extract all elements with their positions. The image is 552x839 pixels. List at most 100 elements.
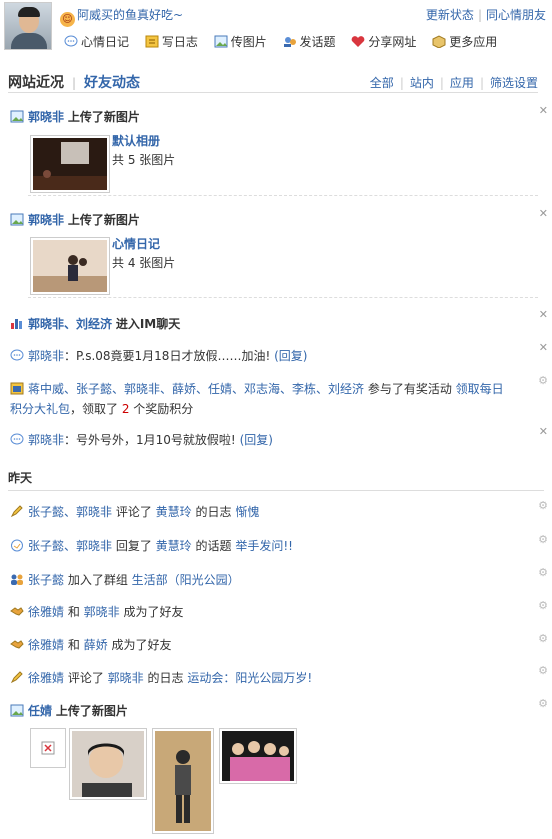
album-title-link[interactable]: 心情日记	[112, 235, 160, 252]
album-thumbnail[interactable]	[30, 237, 110, 295]
user-link[interactable]: 郭晓非	[28, 433, 64, 447]
mood-diary-icon	[64, 35, 78, 47]
upload-photo-button[interactable]: 传图片	[214, 35, 267, 49]
settings-gear-icon[interactable]: ⚙	[538, 533, 548, 546]
reply-link[interactable]: (回复)	[240, 433, 273, 447]
comment-pencil-icon	[10, 671, 23, 684]
broken-image-icon	[41, 741, 55, 755]
user-link[interactable]: 徐雅婧	[28, 605, 64, 619]
target-user-link[interactable]: 黄慧玲	[156, 505, 192, 519]
tab-site-news[interactable]: 网站近况	[8, 75, 64, 91]
album-title-link[interactable]: 默认相册	[112, 132, 160, 149]
update-status-link[interactable]: 更新状态	[426, 8, 474, 22]
target-link[interactable]: 惭愧	[235, 505, 259, 519]
user-link[interactable]: 郭晓非	[28, 213, 64, 227]
smile-emoticon-icon: ☺	[60, 12, 75, 27]
user-links[interactable]: 张子懿、郭晓非	[28, 505, 112, 519]
feed-filters: 全部 | 站内 | 应用 | 筛选设置	[369, 76, 538, 90]
more-apps-button[interactable]: 更多应用	[432, 35, 497, 49]
user-links[interactable]: 蒋中威、张子懿、郭晓非、薛娇、任婧、邓志海、李栋、刘经济	[28, 382, 364, 396]
filter-all[interactable]: 全部	[370, 76, 394, 90]
photo-thumbnail[interactable]	[152, 728, 214, 834]
group-icon	[11, 574, 23, 585]
album-count: 共 5 张图片	[112, 153, 176, 167]
header-links: 更新状态 | 同心情朋友	[425, 8, 546, 22]
user-link[interactable]: 徐雅婧	[28, 671, 64, 685]
target-user-link[interactable]: 薛娇	[84, 638, 108, 652]
delete-icon[interactable]: ✕	[539, 425, 548, 438]
target-user-link[interactable]: 郭晓非	[108, 671, 144, 685]
target-link[interactable]: 运动会：阳光公园万岁!	[187, 671, 312, 685]
chart-bars-icon	[11, 319, 22, 329]
feed-item-activity: 蒋中威、张子懿、郭晓非、薛娇、任婧、邓志海、李栋、刘经济 参与了有奖活动 领取每…	[10, 382, 504, 416]
mood-bubble-icon	[10, 433, 24, 445]
broken-image-placeholder[interactable]	[30, 728, 66, 768]
feed-item-yesterday: 张子懿 加入了群组 生活部（阳光公园）	[10, 571, 538, 588]
feed-item-yesterday: 张子懿、郭晓非 评论了 黄慧玲 的日志 惭愧	[10, 503, 538, 520]
settings-gear-icon[interactable]: ⚙	[538, 599, 548, 612]
delete-icon[interactable]: ✕	[539, 308, 548, 321]
settings-gear-icon[interactable]: ⚙	[538, 566, 548, 579]
user-link[interactable]: 徐雅婧	[28, 638, 64, 652]
user-links[interactable]: 郭晓非、刘经济	[28, 317, 112, 331]
delete-icon[interactable]: ✕	[539, 104, 548, 117]
settings-gear-icon[interactable]: ⚙	[538, 499, 548, 512]
tab-friends-feed[interactable]: 好友动态	[84, 75, 140, 91]
filter-apps[interactable]: 应用	[450, 76, 474, 90]
reply-link[interactable]: (回复)	[274, 349, 307, 363]
photo-icon	[10, 704, 24, 717]
feed-tab-bar: 网站近况 | 好友动态 全部 | 站内 | 应用 | 筛选设置	[8, 72, 538, 93]
target-user-link[interactable]: 黄慧玲	[156, 539, 192, 553]
mood-bubble-icon	[10, 349, 24, 361]
album-cover-image	[33, 138, 107, 190]
delete-icon[interactable]: ✕	[539, 207, 548, 220]
share-url-button[interactable]: 分享网址	[351, 35, 416, 49]
settings-gear-icon[interactable]: ⚙	[538, 664, 548, 677]
user-link[interactable]: 张子懿	[28, 573, 64, 587]
group-link[interactable]: 生活部	[132, 573, 168, 587]
target-user-link[interactable]: 郭晓非	[84, 605, 120, 619]
album-thumbnail[interactable]	[30, 135, 110, 193]
activity-link-2[interactable]: 积分大礼包	[10, 402, 70, 416]
user-link[interactable]: 任婧	[28, 704, 52, 718]
settings-gear-icon[interactable]: ⚙	[538, 374, 548, 387]
delete-icon[interactable]: ✕	[539, 341, 548, 354]
user-link[interactable]: 郭晓非	[28, 110, 64, 124]
photo-icon	[10, 110, 24, 123]
photo-thumbnail[interactable]	[69, 728, 147, 800]
feed-item-yesterday: 徐雅婧 和 薛娇 成为了好友	[10, 636, 538, 653]
feed-item-mood: 郭晓非：号外号外，1月10号就放假啦! (回复)	[10, 431, 538, 448]
target-link[interactable]: 举手发问!!	[235, 539, 293, 553]
filter-site[interactable]: 站内	[410, 76, 434, 90]
post-topic-icon	[283, 37, 296, 47]
photo-icon	[10, 213, 24, 226]
status-text[interactable]: ☺ 阿威买的鱼真好吃~	[60, 6, 183, 27]
photo-thumbnail[interactable]	[219, 728, 297, 784]
settings-gear-icon[interactable]: ⚙	[538, 697, 548, 710]
profile-header: ☺ 阿威买的鱼真好吃~ 更新状态 | 同心情朋友 心情日记 写日志 传图片 发话题 分…	[0, 0, 552, 52]
handshake-icon	[10, 607, 24, 616]
post-topic-button[interactable]: 发话题	[283, 35, 336, 49]
day-heading: 昨天	[8, 471, 33, 485]
album-count: 共 4 张图片	[112, 256, 176, 270]
feed-item-photo-upload: 任婧 上传了新图片	[10, 702, 538, 719]
settings-gear-icon[interactable]: ⚙	[538, 632, 548, 645]
more-apps-icon	[432, 35, 446, 48]
avatar[interactable]	[4, 2, 52, 50]
comment-pencil-icon	[10, 505, 23, 518]
user-links[interactable]: 张子懿、郭晓非	[28, 539, 112, 553]
reply-topic-icon	[11, 539, 23, 552]
filter-settings[interactable]: 筛选设置	[490, 76, 538, 90]
mood-diary-button[interactable]: 心情日记	[64, 35, 129, 49]
feed-item-yesterday: 徐雅婧 和 郭晓非 成为了好友	[10, 603, 538, 620]
user-link[interactable]: 郭晓非	[28, 349, 64, 363]
write-blog-icon	[145, 35, 159, 48]
activity-link[interactable]: 领取每日	[456, 382, 504, 396]
upload-photo-icon	[214, 35, 228, 48]
photo-image	[222, 731, 294, 781]
same-mood-friends-link[interactable]: 同心情朋友	[486, 8, 546, 22]
photo-image	[72, 731, 144, 797]
write-blog-button[interactable]: 写日志	[145, 35, 198, 49]
feed-item-yesterday: 张子懿、郭晓非 回复了 黄慧玲 的话题 举手发问!!	[10, 537, 538, 554]
feed-item-im-chat: 郭晓非、刘经济 进入IM聊天	[10, 315, 538, 332]
